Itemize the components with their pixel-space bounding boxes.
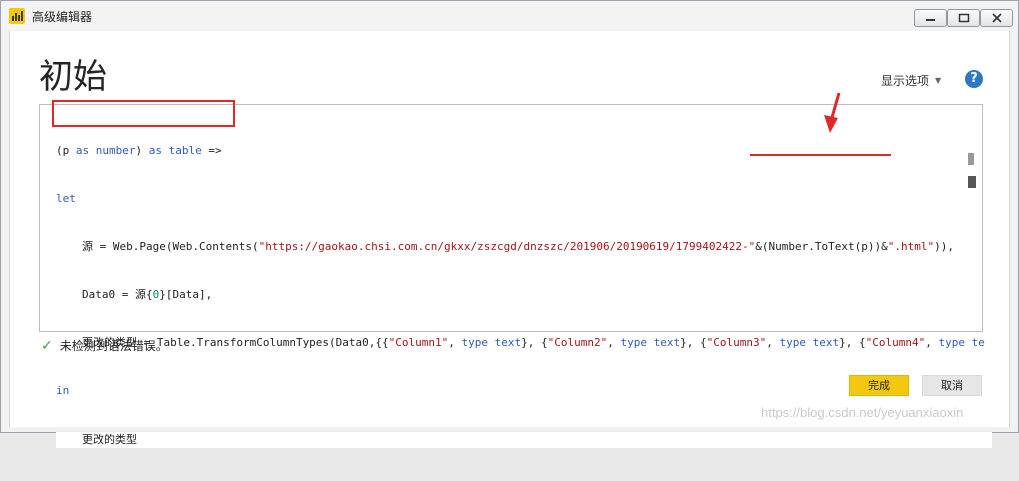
code-line-5: 更改的类型 = Table.TransformColumnTypes(Data0… xyxy=(82,336,985,349)
code-line-6: in xyxy=(56,384,70,397)
status-message: 未检测到语法错误。 xyxy=(59,339,168,353)
page-title: 初始 xyxy=(39,57,107,97)
code-line-7: 更改的类型 xyxy=(56,431,992,449)
code-text: (p as number) as table => let 源 = Web.Pa… xyxy=(56,111,992,481)
help-icon[interactable]: ? xyxy=(965,70,983,88)
annotation-underline xyxy=(750,154,891,156)
title-bar: 高级编辑器 xyxy=(1,1,1018,31)
cancel-button[interactable]: 取消 xyxy=(922,375,982,396)
power-bi-icon xyxy=(9,8,25,24)
close-button[interactable] xyxy=(980,9,1013,27)
scrollbar-thumb[interactable] xyxy=(968,153,974,165)
display-options-dropdown[interactable]: 显示选项 ▼ xyxy=(881,72,941,89)
done-button[interactable]: 完成 xyxy=(849,375,909,396)
advanced-editor-window: 高级编辑器 初始 显示选项 ▼ ? (p as number) as table … xyxy=(0,0,1019,449)
minimize-button[interactable] xyxy=(914,9,947,27)
close-icon xyxy=(992,13,1002,23)
code-line-4: Data0 = 源{0}[Data], xyxy=(82,288,213,301)
scrollbar-marker xyxy=(968,176,976,188)
check-icon: ✓ xyxy=(41,338,53,354)
maximize-icon xyxy=(958,13,970,23)
annotation-arrow-icon xyxy=(824,92,841,133)
maximize-button[interactable] xyxy=(947,9,980,27)
code-line-1: (p as number) as table => xyxy=(56,144,222,157)
code-editor[interactable]: (p as number) as table => let 源 = Web.Pa… xyxy=(39,104,992,449)
code-line-2: let xyxy=(56,192,76,205)
window-title: 高级编辑器 xyxy=(32,10,93,24)
annotation-box xyxy=(52,100,235,127)
code-line-3: 源 = Web.Page(Web.Contents("https://gaoka… xyxy=(82,240,954,253)
chevron-down-icon: ▼ xyxy=(935,76,942,85)
watermark: https://blog.csdn.net/yeyuanxiaoxin xyxy=(761,405,964,420)
display-options-label: 显示选项 xyxy=(881,74,930,88)
syntax-status: ✓ 未检测到语法错误。 xyxy=(41,337,168,354)
minimize-icon xyxy=(926,19,935,21)
